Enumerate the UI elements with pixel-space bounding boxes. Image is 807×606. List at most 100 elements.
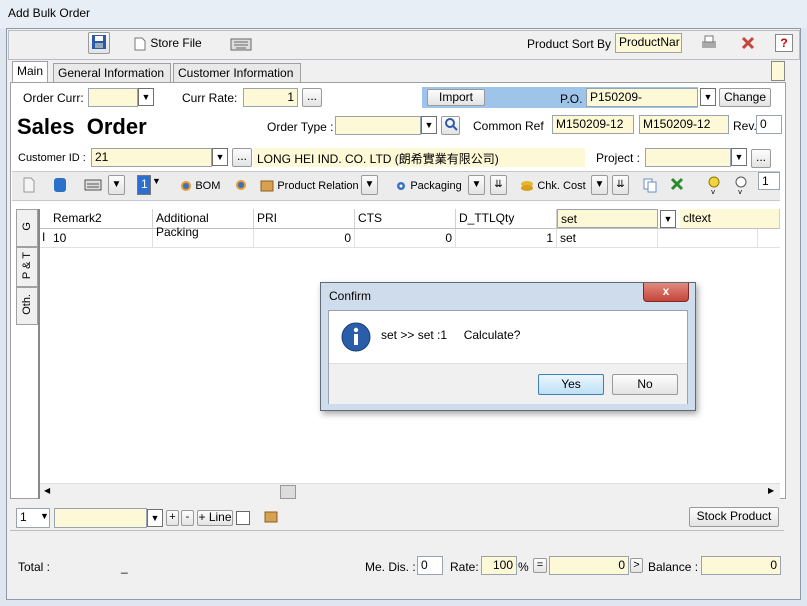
yes-button[interactable]: Yes: [538, 374, 604, 395]
bom-button[interactable]: BOM: [180, 178, 220, 192]
cell-pri[interactable]: 0: [254, 229, 355, 247]
po-field[interactable]: P150209-: [586, 88, 698, 107]
column-header-pri[interactable]: PRI: [254, 209, 355, 228]
arrow-button[interactable]: >: [630, 558, 643, 573]
percent-label: %: [518, 560, 529, 574]
customer-id-field[interactable]: 21: [91, 148, 212, 167]
print-button[interactable]: [700, 34, 718, 55]
filter-button-1[interactable]: ▼: [108, 175, 125, 195]
help-button[interactable]: ?: [775, 34, 793, 52]
tab-main[interactable]: Main: [12, 61, 48, 82]
column-header-cltext[interactable]: cltext: [680, 209, 780, 228]
scrollbar-thumb[interactable]: [280, 485, 296, 499]
amount-field[interactable]: 0: [549, 556, 629, 575]
project-dropdown[interactable]: ▼: [731, 148, 747, 166]
curr-rate-ellipsis-button[interactable]: ...: [302, 88, 322, 107]
line-select-dropdown[interactable]: ▼: [147, 509, 163, 527]
column-header-d-ttlqty[interactable]: D_TTLQty: [456, 209, 557, 228]
project-field[interactable]: [645, 148, 731, 167]
line-select-field[interactable]: [54, 508, 147, 528]
filter-button-4[interactable]: ▼: [591, 175, 608, 195]
line-checkbox[interactable]: [236, 511, 250, 525]
stock-product-button[interactable]: Stock Product: [689, 507, 779, 527]
side-tab-g[interactable]: G: [16, 209, 38, 247]
order-curr-field[interactable]: [88, 88, 138, 107]
plus-button[interactable]: +: [166, 510, 179, 526]
column-header-remark2[interactable]: Remark2: [50, 209, 153, 228]
qty-field[interactable]: 1: [137, 175, 151, 195]
qty-dropdown[interactable]: ▼: [152, 176, 161, 186]
common-ref-field-1[interactable]: M150209-12: [552, 115, 634, 134]
horizontal-scrollbar[interactable]: ◀ ▶: [40, 483, 780, 499]
curr-rate-field[interactable]: 1: [243, 88, 298, 107]
bulb-button-2[interactable]: v: [733, 175, 749, 198]
no-button[interactable]: No: [612, 374, 678, 395]
filter-icon: ▼: [471, 179, 482, 190]
packaging-button[interactable]: Packaging: [395, 178, 462, 192]
dialog-close-button[interactable]: x: [643, 283, 689, 302]
order-curr-dropdown[interactable]: ▼: [138, 88, 154, 106]
rev-field[interactable]: 0: [756, 115, 782, 134]
close-form-button[interactable]: [740, 35, 756, 54]
filter-all-button-2[interactable]: ⇊: [612, 175, 629, 195]
bom-extra-button[interactable]: [235, 179, 247, 194]
product-sort-by-field[interactable]: ProductNar: [615, 33, 682, 53]
page-dropdown[interactable]: ▼: [40, 511, 49, 521]
bulb-button-1[interactable]: v: [706, 175, 722, 198]
scroll-left-icon[interactable]: ◀: [44, 486, 50, 495]
change-button[interactable]: Change: [719, 88, 771, 107]
total-label: Total :: [18, 560, 51, 574]
cell-cts[interactable]: 0: [355, 229, 456, 247]
package-button[interactable]: [264, 511, 278, 526]
rate-field[interactable]: 100: [481, 556, 517, 575]
set-editor-field[interactable]: set: [557, 209, 658, 228]
scroll-right-icon[interactable]: ▶: [768, 486, 774, 495]
tab-customer-information[interactable]: Customer Information: [173, 63, 301, 82]
import-button[interactable]: Import: [427, 89, 485, 106]
side-tab-p-t[interactable]: P & T: [16, 247, 38, 287]
po-dropdown[interactable]: ▼: [700, 88, 716, 106]
tab-general-information[interactable]: General Information: [53, 63, 171, 82]
delete-button[interactable]: [670, 177, 684, 194]
project-ellipsis-button[interactable]: ...: [751, 149, 771, 168]
confirm-dialog: Confirm x set >> set :1 Calculate? Yes N…: [320, 282, 696, 411]
row-cursor-icon: I: [42, 230, 46, 244]
corner-box[interactable]: [771, 61, 785, 81]
column-header-additional-packing[interactable]: Additional Packing: [153, 209, 254, 239]
page-title: Sales Order: [17, 114, 147, 139]
cell-additional-packing[interactable]: [153, 229, 254, 247]
calculator-button[interactable]: [84, 177, 102, 196]
side-tab-oth[interactable]: Oth.: [16, 287, 38, 325]
filter-button-2[interactable]: ▼: [361, 175, 378, 195]
order-type-field[interactable]: [335, 116, 421, 135]
copy-button[interactable]: [642, 177, 658, 196]
keyboard-button[interactable]: [230, 34, 252, 55]
cell-d-ttlqty[interactable]: 1: [456, 229, 557, 247]
minus-button[interactable]: -: [181, 510, 194, 526]
balance-field[interactable]: 0: [701, 556, 781, 575]
store-file-button[interactable]: Store File: [133, 36, 202, 51]
save-button[interactable]: [88, 32, 110, 54]
set-editor-dropdown[interactable]: ▼: [660, 210, 676, 228]
table-row[interactable]: I 10 0 0 1 set: [40, 229, 780, 248]
order-type-search-button[interactable]: [441, 116, 460, 135]
order-type-dropdown[interactable]: ▼: [421, 116, 437, 134]
me-dis-field[interactable]: 0: [417, 556, 443, 575]
product-relation-button[interactable]: Product Relation: [260, 178, 359, 192]
customer-ellipsis-button[interactable]: ...: [232, 148, 252, 167]
filter-double-icon: ⇊: [494, 179, 503, 190]
filter-button-3[interactable]: ▼: [468, 175, 485, 195]
add-line-button[interactable]: + Line: [197, 510, 233, 526]
cell-cltext[interactable]: [658, 229, 758, 247]
equals-button[interactable]: =: [533, 558, 547, 573]
cell-set[interactable]: set: [557, 229, 658, 247]
cell-remark2[interactable]: 10: [50, 229, 153, 247]
right-value-field[interactable]: 1: [758, 172, 780, 190]
new-item-button[interactable]: [22, 177, 36, 196]
database-button[interactable]: [52, 176, 68, 197]
customer-id-dropdown[interactable]: ▼: [212, 148, 228, 166]
chk-cost-button[interactable]: Chk. Cost: [520, 178, 586, 192]
column-header-cts[interactable]: CTS: [355, 209, 456, 228]
common-ref-field-2[interactable]: M150209-12: [639, 115, 729, 134]
filter-all-button-1[interactable]: ⇊: [490, 175, 507, 195]
